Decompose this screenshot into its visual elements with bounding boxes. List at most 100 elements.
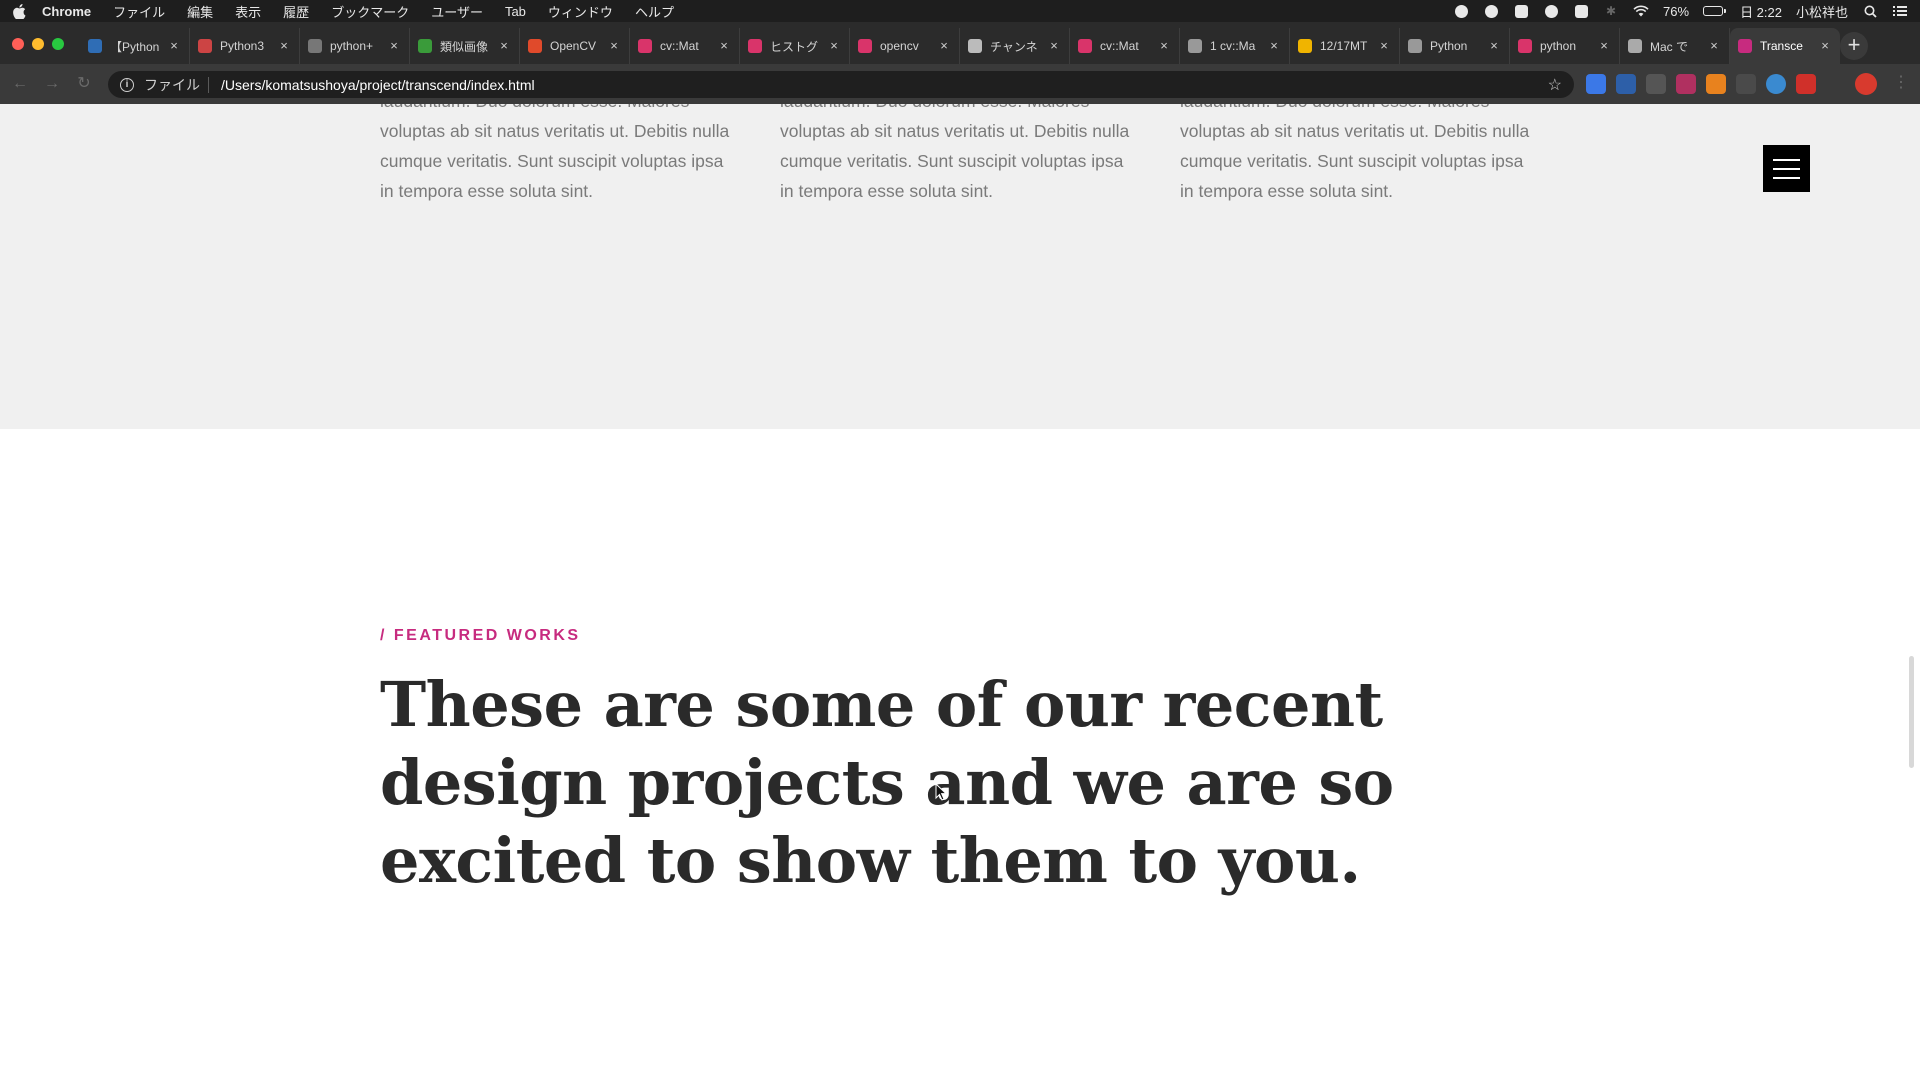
- wifi-icon[interactable]: [1633, 3, 1649, 19]
- bluetooth-icon[interactable]: ✱: [1603, 3, 1619, 19]
- translate-extension-icon[interactable]: [1586, 74, 1606, 94]
- fullscreen-window-button[interactable]: [52, 38, 64, 50]
- tab-close-icon[interactable]: ×: [607, 39, 621, 53]
- tab[interactable]: python+ ×: [300, 28, 410, 64]
- tab-close-icon[interactable]: ×: [1157, 39, 1171, 53]
- creative-cloud-icon[interactable]: [1543, 3, 1559, 19]
- bookmark-star-icon[interactable]: ☆: [1548, 75, 1562, 95]
- hamburger-menu-button[interactable]: [1763, 145, 1810, 192]
- reload-icon[interactable]: ↻: [72, 72, 96, 96]
- tab-favicon-icon: [1738, 39, 1752, 53]
- menu-window[interactable]: ウィンドウ: [548, 2, 613, 21]
- tab[interactable]: cv::Mat ×: [1070, 28, 1180, 64]
- record-icon[interactable]: [1453, 3, 1469, 19]
- tab-close-icon[interactable]: ×: [827, 39, 841, 53]
- forward-arrow-icon[interactable]: →: [40, 72, 64, 96]
- clock[interactable]: 日 2:22: [1740, 2, 1782, 21]
- tab-close-icon[interactable]: ×: [1047, 39, 1061, 53]
- macos-menu-bar: Chrome ファイル 編集 表示 履歴 ブックマーク ユーザー Tab ウィン…: [0, 0, 1920, 22]
- tab-favicon-icon: [1078, 39, 1092, 53]
- close-window-button[interactable]: [12, 38, 24, 50]
- input-method-icon[interactable]: [1573, 3, 1589, 19]
- tab-close-icon[interactable]: ×: [1487, 39, 1501, 53]
- tab-favicon-icon: [748, 39, 762, 53]
- tab[interactable]: 類似画像 ×: [410, 28, 520, 64]
- feature-text: voluptas ab sit natus veritatis ut. Debi…: [780, 121, 1130, 201]
- tab[interactable]: 1 cv::Ma ×: [1180, 28, 1290, 64]
- tab-close-icon[interactable]: ×: [277, 39, 291, 53]
- tab-close-icon[interactable]: ×: [717, 39, 731, 53]
- window-controls: [12, 38, 64, 50]
- youtube-extension-icon[interactable]: [1796, 74, 1816, 94]
- tab-close-icon[interactable]: ×: [937, 39, 951, 53]
- tab[interactable]: 【Python ×: [80, 28, 190, 64]
- back-arrow-icon[interactable]: ←: [8, 72, 32, 96]
- tab[interactable]: 12/17MT ×: [1290, 28, 1400, 64]
- tab-close-icon[interactable]: ×: [1267, 39, 1281, 53]
- tab-close-icon[interactable]: ×: [1818, 39, 1832, 53]
- menu-help[interactable]: ヘルプ: [635, 2, 674, 21]
- tab-title: チャンネ: [990, 39, 1038, 54]
- hamburger-line: [1773, 167, 1800, 170]
- address-bar[interactable]: i ファイル /Users/komatsushoya/project/trans…: [108, 71, 1574, 98]
- notification-center-icon[interactable]: [1892, 3, 1908, 19]
- tab[interactable]: cv::Mat ×: [630, 28, 740, 64]
- screen-capture-extension-icon[interactable]: [1646, 74, 1666, 94]
- tab[interactable]: opencv ×: [850, 28, 960, 64]
- selenium-extension-icon[interactable]: [1736, 74, 1756, 94]
- menu-bookmarks[interactable]: ブックマーク: [331, 2, 409, 21]
- menu-tab[interactable]: Tab: [505, 4, 526, 19]
- page-viewport: laudantium. Duo dolorum esse. Maiores vo…: [0, 104, 1920, 1080]
- url-text[interactable]: /Users/komatsushoya/project/transcend/in…: [221, 77, 535, 93]
- new-tab-button[interactable]: +: [1840, 32, 1868, 60]
- tab-title: 1 cv::Ma: [1210, 39, 1256, 53]
- user-name[interactable]: 小松祥也: [1796, 2, 1848, 21]
- tab[interactable]: チャンネ ×: [960, 28, 1070, 64]
- tab-favicon-icon: [1298, 39, 1312, 53]
- menu-view[interactable]: 表示: [235, 2, 261, 21]
- tab[interactable]: Python ×: [1400, 28, 1510, 64]
- chrome-menu-icon[interactable]: ⋮: [1893, 74, 1909, 92]
- tab-close-icon[interactable]: ×: [1597, 39, 1611, 53]
- tab[interactable]: OpenCV ×: [520, 28, 630, 64]
- tab-active[interactable]: Transce ×: [1730, 28, 1840, 64]
- page-scrollbar[interactable]: [1909, 656, 1914, 768]
- feature-text: voluptas ab sit natus veritatis ut. Debi…: [380, 121, 730, 201]
- browser-toolbar: ← → ↻ i ファイル /Users/komatsushoya/project…: [0, 64, 1920, 104]
- tab-favicon-icon: [968, 39, 982, 53]
- tab-close-icon[interactable]: ×: [387, 39, 401, 53]
- tab[interactable]: Python3 ×: [190, 28, 300, 64]
- cloud-sync-icon[interactable]: [1513, 3, 1529, 19]
- browser-tab-strip: 【Python × Python3 × python+ × 類似画像 × OpenCV × cv::…: [0, 22, 1920, 64]
- tab-title: OpenCV: [550, 39, 597, 53]
- tab[interactable]: Mac で ×: [1620, 28, 1730, 64]
- menu-history[interactable]: 履歴: [283, 2, 309, 21]
- battery-icon[interactable]: [1703, 6, 1727, 16]
- tab-close-icon[interactable]: ×: [497, 39, 511, 53]
- menu-people[interactable]: ユーザー: [431, 2, 483, 21]
- menu-edit[interactable]: 編集: [187, 2, 213, 21]
- tab-favicon-icon: [1408, 39, 1422, 53]
- tab-close-icon[interactable]: ×: [1707, 39, 1721, 53]
- dictionary-extension-icon[interactable]: [1616, 74, 1636, 94]
- tab-close-icon[interactable]: ×: [167, 39, 181, 53]
- tab-title: cv::Mat: [660, 39, 699, 53]
- apple-icon[interactable]: [12, 3, 26, 19]
- url-scheme-label: ファイル: [144, 76, 200, 93]
- site-info-icon[interactable]: i: [120, 77, 134, 92]
- tab-favicon-icon: [418, 39, 432, 53]
- minimize-window-button[interactable]: [32, 38, 44, 50]
- tab-list: 【Python × Python3 × python+ × 類似画像 × OpenCV × cv::…: [80, 28, 1840, 64]
- network-extension-icon[interactable]: [1766, 74, 1786, 94]
- grid-extension-icon[interactable]: [1676, 74, 1696, 94]
- tab-close-icon[interactable]: ×: [1377, 39, 1391, 53]
- menu-file[interactable]: ファイル: [113, 2, 165, 21]
- profile-avatar[interactable]: [1855, 73, 1877, 95]
- tab-title: Python3: [220, 39, 265, 53]
- menu-chrome[interactable]: Chrome: [42, 4, 91, 19]
- metamask-extension-icon[interactable]: [1706, 74, 1726, 94]
- grammarly-icon[interactable]: [1483, 3, 1499, 19]
- tab[interactable]: python ×: [1510, 28, 1620, 64]
- tab[interactable]: ヒストグ ×: [740, 28, 850, 64]
- spotlight-search-icon[interactable]: [1862, 3, 1878, 19]
